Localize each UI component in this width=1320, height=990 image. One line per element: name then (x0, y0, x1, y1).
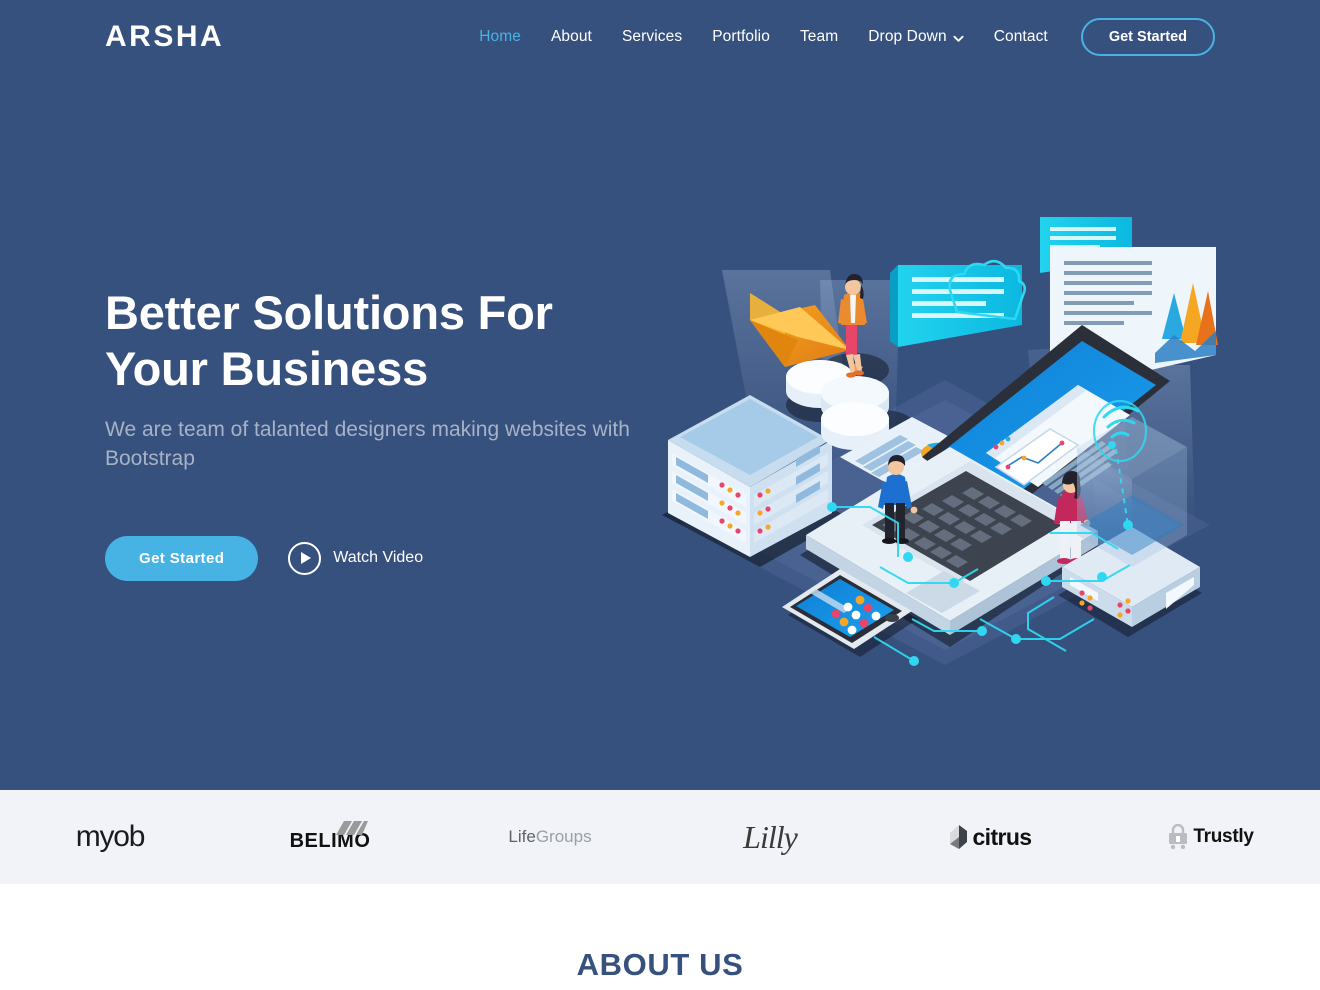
trustly-cart-icon (1169, 824, 1188, 850)
nav-item-about[interactable]: About (536, 28, 607, 46)
nav-item-team[interactable]: Team (785, 28, 853, 46)
hero-actions: Get Started Watch Video (105, 535, 645, 581)
client-logo-myob[interactable]: myob (0, 790, 220, 884)
nav-item-drop-down[interactable]: Drop Down (853, 28, 978, 46)
nav-label: About (550, 28, 592, 45)
about-section: ABOUT US (0, 884, 1320, 990)
citrus-leaf-icon (950, 825, 968, 849)
nav-label: Drop Down (868, 28, 947, 45)
client-name: Trustly (1193, 826, 1254, 847)
nav-label: Services (621, 28, 683, 45)
watch-video-link[interactable]: Watch Video (288, 541, 424, 575)
hero-illustration (650, 195, 1240, 695)
site-logo[interactable]: ARSHA (105, 22, 224, 52)
hero-title: Better Solutions For Your Business (105, 285, 645, 398)
nav-label: Portfolio (712, 28, 770, 45)
hero-section: ARSHA Home About Services Portfolio Team… (0, 0, 1320, 790)
hero-title-line-1: Better Solutions For (105, 286, 553, 339)
client-logo-belimo[interactable]: BELIMO (220, 790, 440, 884)
nav-item-contact[interactable]: Contact (979, 28, 1063, 46)
belimo-slashes-icon (336, 820, 369, 835)
client-name: citrus (972, 823, 1032, 850)
chevron-down-icon (953, 33, 964, 44)
client-name: LifeGroups (508, 827, 592, 846)
client-name: myob (75, 820, 146, 853)
watch-video-label: Watch Video (333, 549, 424, 567)
landing-page: ARSHA Home About Services Portfolio Team… (0, 0, 1320, 990)
client-name: Lilly (743, 818, 798, 855)
nav-links: Home About Services Portfolio Team Drop … (464, 18, 1215, 56)
nav-item-services[interactable]: Services (607, 28, 697, 46)
client-logo-lifegroups[interactable]: LifeGroups (440, 790, 660, 884)
about-title: ABOUT US (576, 947, 744, 982)
hero-get-started-button[interactable]: Get Started (105, 535, 259, 581)
client-logo-trustly[interactable]: Trustly (1100, 790, 1320, 884)
nav-item-home[interactable]: Home (464, 28, 536, 46)
nav-get-started-button[interactable]: Get Started (1080, 18, 1215, 56)
hero-title-line-2: Your Business (105, 342, 429, 396)
nav-label: Home (479, 28, 521, 45)
client-logo-lilly[interactable]: Lilly (660, 790, 880, 884)
client-logo-citrus[interactable]: citrus (880, 790, 1100, 884)
nav-label: Team (799, 28, 839, 45)
nav-item-portfolio[interactable]: Portfolio (697, 28, 785, 46)
nav-label: Contact (993, 28, 1048, 45)
hero-copy: Better Solutions For Your Business We ar… (105, 285, 645, 581)
main-navbar: ARSHA Home About Services Portfolio Team… (0, 0, 1320, 74)
play-icon (288, 541, 322, 575)
clients-logos-band: myob BELIMO LifeGroups Lilly citrus Trus… (0, 790, 1320, 884)
hero-subtitle: We are team of talanted designers making… (105, 417, 630, 470)
